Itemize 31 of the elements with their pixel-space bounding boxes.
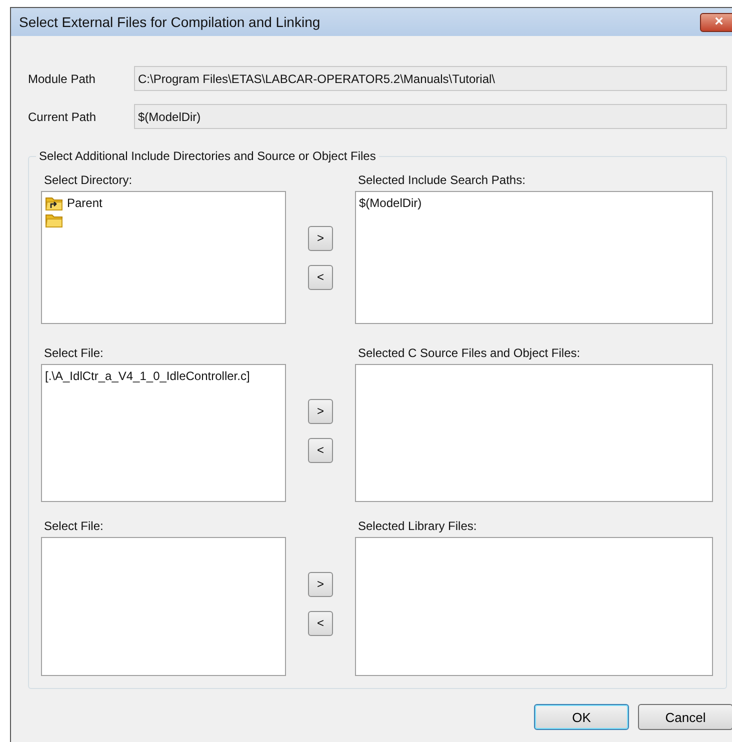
file-list[interactable] xyxy=(41,537,286,676)
list-item[interactable]: $(ModelDir) xyxy=(359,196,422,210)
path-field: $(ModelDir) xyxy=(134,104,727,129)
field-label: Current Path xyxy=(28,110,98,124)
path-field: C:\Program Files\ETAS\LABCAR-OPERATOR5.2\Manuals\Tutorial\ xyxy=(134,66,727,91)
list-label: Selected Include Search Paths: xyxy=(357,173,526,189)
cancel-button[interactable]: Cancel xyxy=(638,704,732,730)
list-item[interactable]: Parent xyxy=(67,196,102,210)
file-list[interactable]: [.\A_IdlCtr_a_V4_1_0_IdleController.c] xyxy=(41,364,286,502)
remove-button[interactable]: < xyxy=(308,610,333,636)
list-label: Selected Library Files: xyxy=(357,519,478,535)
selected-list[interactable]: $(ModelDir) xyxy=(355,191,713,324)
remove-button[interactable]: < xyxy=(308,438,333,462)
group-title: Select Additional Include Directories and Source or Object Files xyxy=(36,149,379,163)
selected-list[interactable] xyxy=(355,364,713,502)
add-button[interactable]: > xyxy=(308,226,333,250)
ok-button[interactable]: OK xyxy=(534,704,629,730)
parent-folder-icon xyxy=(45,194,63,210)
add-button[interactable]: > xyxy=(308,398,333,424)
file-list[interactable]: Parent xyxy=(41,191,286,324)
list-label: Select Directory: xyxy=(43,173,134,189)
list-label: Select File: xyxy=(43,346,104,362)
window-title: Select External Files for Compilation and Linking xyxy=(19,14,320,30)
remove-button[interactable]: < xyxy=(308,264,333,290)
field-label: Module Path xyxy=(28,72,96,86)
folder-icon xyxy=(45,212,63,228)
list-item[interactable]: [.\A_IdlCtr_a_V4_1_0_IdleController.c] xyxy=(45,368,250,382)
add-button[interactable]: > xyxy=(308,572,333,596)
list-label: Select File: xyxy=(43,519,104,535)
list-label: Selected C Source Files and Object Files: xyxy=(357,346,582,362)
selected-list[interactable] xyxy=(355,537,713,676)
